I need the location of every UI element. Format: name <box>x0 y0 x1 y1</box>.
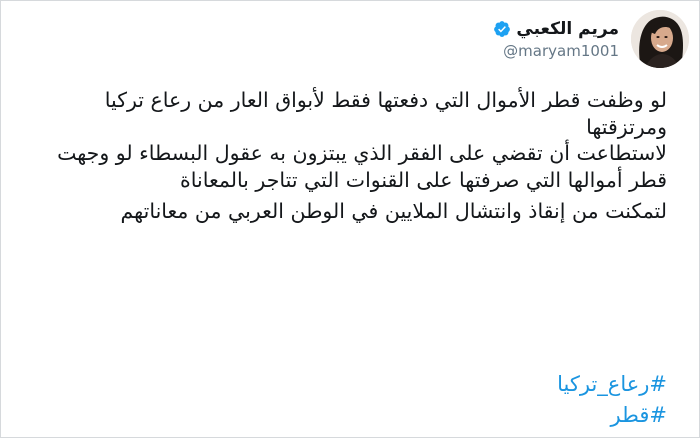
display-name[interactable]: مريم الكعبي <box>516 18 619 40</box>
hashtags: #رعاع_تركيا #قطر <box>557 369 667 431</box>
tweet-paragraph: لتمكنت من إنقاذ وانتشال الملايين في الوط… <box>120 199 667 223</box>
handle[interactable]: @maryam1001 <box>493 41 619 61</box>
tweet-text: لو وظفت قطر الأموال التي دفعتها فقط لأبو… <box>41 87 667 225</box>
tweet-card: مريم الكعبي @maryam1001 لو وظفت قطر الأم… <box>0 0 700 438</box>
tweet-header: مريم الكعبي @maryam1001 <box>493 9 689 69</box>
hashtag-link[interactable]: #رعاع_تركيا <box>557 369 667 400</box>
verified-badge-icon <box>493 20 511 38</box>
tweet-paragraph: لو وظفت قطر الأموال التي دفعتها فقط لأبو… <box>104 88 667 139</box>
hashtag-link[interactable]: #قطر <box>557 400 667 431</box>
author-info: مريم الكعبي @maryam1001 <box>493 18 619 61</box>
tweet-paragraph: لاستطاعت أن تقضي على الفقر الذي يبتزون ب… <box>57 141 667 192</box>
name-row: مريم الكعبي <box>493 18 619 40</box>
avatar[interactable] <box>631 10 689 68</box>
avatar-image <box>631 10 689 68</box>
